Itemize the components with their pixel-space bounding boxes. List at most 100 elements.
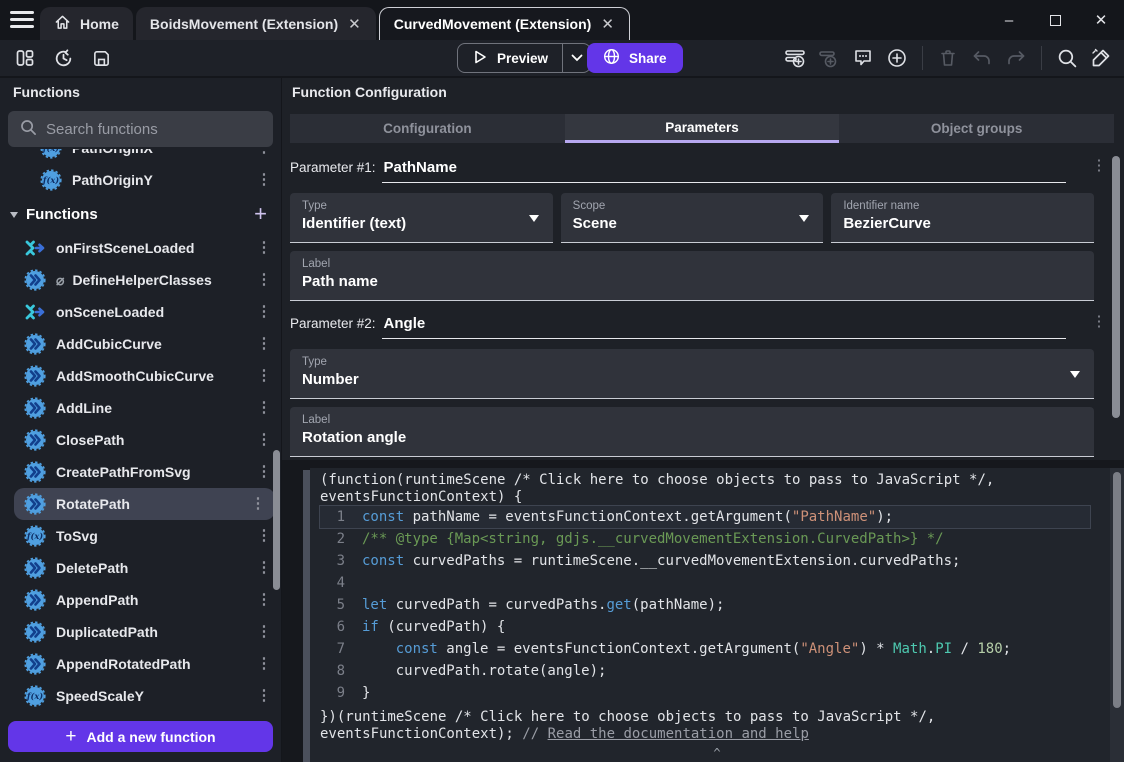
sidebar-item-closepath[interactable]: ClosePath⋮ xyxy=(0,424,281,456)
close-window-button[interactable]: ✕ xyxy=(1078,3,1124,37)
event-selection-bar[interactable] xyxy=(303,470,310,762)
close-tab-icon[interactable]: ✕ xyxy=(347,15,362,33)
code-line-8[interactable]: 8 curvedPath.rotate(angle); xyxy=(320,660,1090,682)
identifier-name-field[interactable]: Identifier nameBezierCurve xyxy=(831,193,1094,243)
plus-icon: + xyxy=(65,726,76,748)
field-label: Label xyxy=(302,258,1082,270)
documentation-link[interactable]: Read the documentation and help xyxy=(548,726,809,742)
tab-boidsmovement-extension-[interactable]: BoidsMovement (Extension)✕ xyxy=(136,7,376,40)
history-icon[interactable] xyxy=(50,45,76,71)
add-new-function-button[interactable]: + Add a new function xyxy=(8,721,273,752)
tab-object-groups[interactable]: Object groups xyxy=(839,114,1114,143)
item-menu-icon[interactable]: ⋮ xyxy=(255,627,273,637)
code-line-6[interactable]: 6if (curvedPath) { xyxy=(320,616,1090,638)
sidebar-scrollbar[interactable] xyxy=(273,450,280,590)
item-menu-icon[interactable]: ⋮ xyxy=(255,691,273,701)
share-button[interactable]: Share xyxy=(587,43,683,73)
dropdown-caret-icon[interactable] xyxy=(529,215,539,227)
sidebar-item-definehelperclasses[interactable]: ⌀DefineHelperClasses⋮ xyxy=(0,264,281,296)
private-function-icon: ⌀ xyxy=(56,272,64,289)
item-menu-icon[interactable]: ⋮ xyxy=(255,307,273,317)
add-function-plus-icon[interactable]: + xyxy=(254,201,267,227)
item-menu-icon[interactable]: ⋮ xyxy=(255,435,273,445)
sidebar-item-rotatepath[interactable]: RotatePath⋮ xyxy=(14,488,275,520)
save-icon[interactable] xyxy=(88,45,114,71)
code-line-5[interactable]: 5let curvedPath = curvedPaths.get(pathNa… xyxy=(320,594,1090,616)
item-menu-icon[interactable]: ⋮ xyxy=(255,467,273,477)
code-line-1[interactable]: 1const pathName = eventsFunctionContext.… xyxy=(320,506,1090,528)
code-line-4[interactable]: 4 xyxy=(320,572,1090,594)
parameters-scrollbar[interactable] xyxy=(1112,156,1120,418)
tab-curvedmovement-extension-[interactable]: CurvedMovement (Extension)✕ xyxy=(379,7,630,40)
fold-indicator[interactable]: ^ xyxy=(713,746,720,760)
item-menu-icon[interactable]: ⋮ xyxy=(255,403,273,413)
sidebar-item-tosvg[interactable]: f(x)ToSvg⋮ xyxy=(0,520,281,552)
item-menu-icon[interactable]: ⋮ xyxy=(255,175,273,185)
sidebar-item-onfirstsceneloaded[interactable]: onFirstSceneLoaded⋮ xyxy=(0,232,281,264)
sidebar-item-pathoriginy[interactable]: f(x)PathOriginY⋮ xyxy=(0,164,281,196)
item-menu-icon[interactable]: ⋮ xyxy=(255,531,273,541)
code-editor[interactable]: (function(runtimeScene /* Click here to … xyxy=(310,468,1124,762)
project-manager-icon[interactable] xyxy=(12,45,38,71)
sidebar-item-addcubiccurve[interactable]: AddCubicCurve⋮ xyxy=(0,328,281,360)
item-menu-icon[interactable]: ⋮ xyxy=(255,563,273,573)
item-menu-icon[interactable]: ⋮ xyxy=(255,659,273,669)
add-event-icon[interactable] xyxy=(782,45,808,71)
label-field[interactable]: LabelRotation angle xyxy=(290,407,1094,457)
code-line-9[interactable]: 9} xyxy=(320,682,1090,704)
parameter-header-1: Parameter #1:PathName⋮ xyxy=(290,159,1094,183)
tab-home[interactable]: Home xyxy=(40,7,133,40)
sidebar-item-onsceneloaded[interactable]: onSceneLoaded⋮ xyxy=(0,296,281,328)
sidebar-item-speedscaley[interactable]: f(x)SpeedScaleY⋮ xyxy=(0,680,281,712)
code-line-3[interactable]: 3const curvedPaths = runtimeScene.__curv… xyxy=(320,550,1090,572)
sidebar-item-addsmoothcubiccurve[interactable]: AddSmoothCubicCurve⋮ xyxy=(0,360,281,392)
dropdown-caret-icon[interactable] xyxy=(799,215,809,227)
maximize-button[interactable] xyxy=(1032,3,1078,37)
add-other-event-icon[interactable] xyxy=(884,45,910,71)
code-scroll-track[interactable] xyxy=(1110,468,1124,762)
item-menu-icon[interactable]: ⋮ xyxy=(249,499,267,509)
item-menu-icon[interactable]: ⋮ xyxy=(255,339,273,349)
field-value: Identifier (text) xyxy=(302,215,541,232)
group-label: Functions xyxy=(26,206,98,223)
code-header[interactable]: (function(runtimeScene /* Click here to … xyxy=(320,472,1090,506)
panel-title: Function Configuration xyxy=(282,78,1124,106)
type-field[interactable]: TypeNumber xyxy=(290,349,1094,399)
code-line-2[interactable]: 2/** @type {Map<string, gdjs.__curvedMov… xyxy=(320,528,1090,550)
function-name: DuplicatedPath xyxy=(56,624,158,640)
parameter-name-input[interactable]: Angle xyxy=(382,315,1066,339)
minimize-button[interactable]: – xyxy=(986,3,1032,37)
search-functions-input[interactable]: Search functions xyxy=(8,111,273,147)
parameter-menu-icon[interactable]: ⋮ xyxy=(1090,317,1108,327)
close-tab-icon[interactable]: ✕ xyxy=(600,15,615,33)
scope-field[interactable]: ScopeScene xyxy=(561,193,824,243)
tab-parameters[interactable]: Parameters xyxy=(565,114,840,143)
tab-configuration[interactable]: Configuration xyxy=(290,114,565,143)
edit-zoom-icon[interactable] xyxy=(1088,45,1114,71)
sidebar-item-deletepath[interactable]: DeletePath⋮ xyxy=(0,552,281,584)
parameter-menu-icon[interactable]: ⋮ xyxy=(1090,161,1108,171)
item-menu-icon[interactable]: ⋮ xyxy=(255,275,273,285)
parameter-name-input[interactable]: PathName xyxy=(382,159,1066,183)
code-line-7[interactable]: 7 const angle = eventsFunctionContext.ge… xyxy=(320,638,1090,660)
functions-group-header[interactable]: Functions + xyxy=(0,196,281,232)
sidebar-item-duplicatedpath[interactable]: DuplicatedPath ⋮ xyxy=(0,616,281,648)
preview-dropdown-button[interactable] xyxy=(562,44,590,72)
sidebar-item-createpathfromsvg[interactable]: CreatePathFromSvg⋮ xyxy=(0,456,281,488)
sidebar-item-appendrotatedpath[interactable]: AppendRotatedPath⋮ xyxy=(0,648,281,680)
type-field[interactable]: TypeIdentifier (text) xyxy=(290,193,553,243)
preview-button[interactable]: Preview xyxy=(457,43,591,73)
sidebar-item-appendpath[interactable]: AppendPath⋮ xyxy=(0,584,281,616)
sidebar-item-pathoriginx[interactable]: f(x)PathOriginX⋮ xyxy=(0,149,281,164)
item-menu-icon[interactable]: ⋮ xyxy=(255,243,273,253)
item-menu-icon[interactable]: ⋮ xyxy=(255,371,273,381)
search-icon[interactable] xyxy=(1054,45,1080,71)
label-field[interactable]: LabelPath name xyxy=(290,251,1094,301)
code-scrollbar[interactable] xyxy=(1113,472,1121,708)
add-comment-icon[interactable] xyxy=(850,45,876,71)
dropdown-caret-icon[interactable] xyxy=(1070,371,1080,383)
sidebar-item-addline[interactable]: AddLine⋮ xyxy=(0,392,281,424)
item-menu-icon[interactable]: ⋮ xyxy=(255,149,273,153)
main-menu-icon[interactable] xyxy=(10,11,34,29)
item-menu-icon[interactable]: ⋮ xyxy=(255,595,273,605)
